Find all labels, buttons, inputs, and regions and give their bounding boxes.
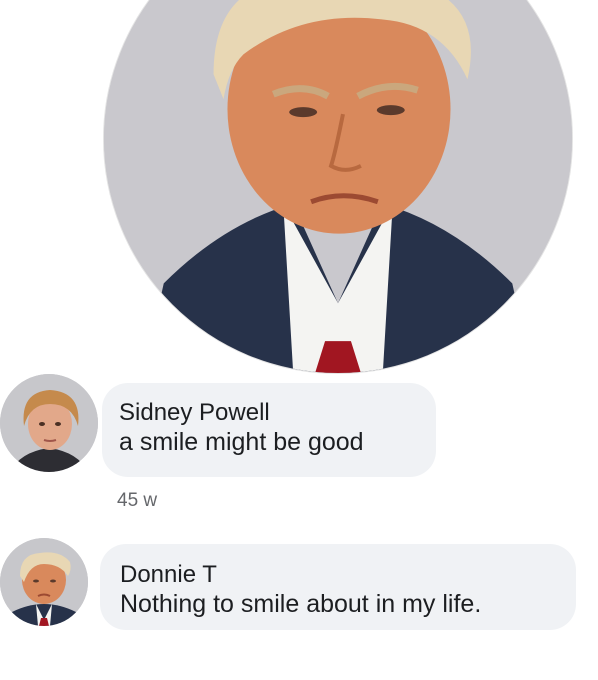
comment-author[interactable]: Sidney Powell: [119, 398, 436, 427]
comment-bubble[interactable]: Sidney Powell a smile might be good: [102, 383, 436, 477]
comment-text: a smile might be good: [119, 428, 364, 456]
mugshot-avatar-image: [0, 374, 98, 472]
commenter-avatar[interactable]: [0, 538, 88, 626]
mugshot-portrait-image: [104, 0, 572, 373]
commenter-avatar[interactable]: [0, 374, 98, 472]
mugshot-avatar-image: [0, 538, 88, 626]
comment-bubble[interactable]: Donnie T Nothing to smile about in my li…: [100, 544, 576, 630]
comment-timestamp[interactable]: 45 w: [117, 490, 157, 512]
comment-author[interactable]: Donnie T: [120, 560, 576, 589]
comment-text: Nothing to smile about in my life.: [120, 590, 482, 618]
profile-photo[interactable]: [103, 0, 573, 374]
